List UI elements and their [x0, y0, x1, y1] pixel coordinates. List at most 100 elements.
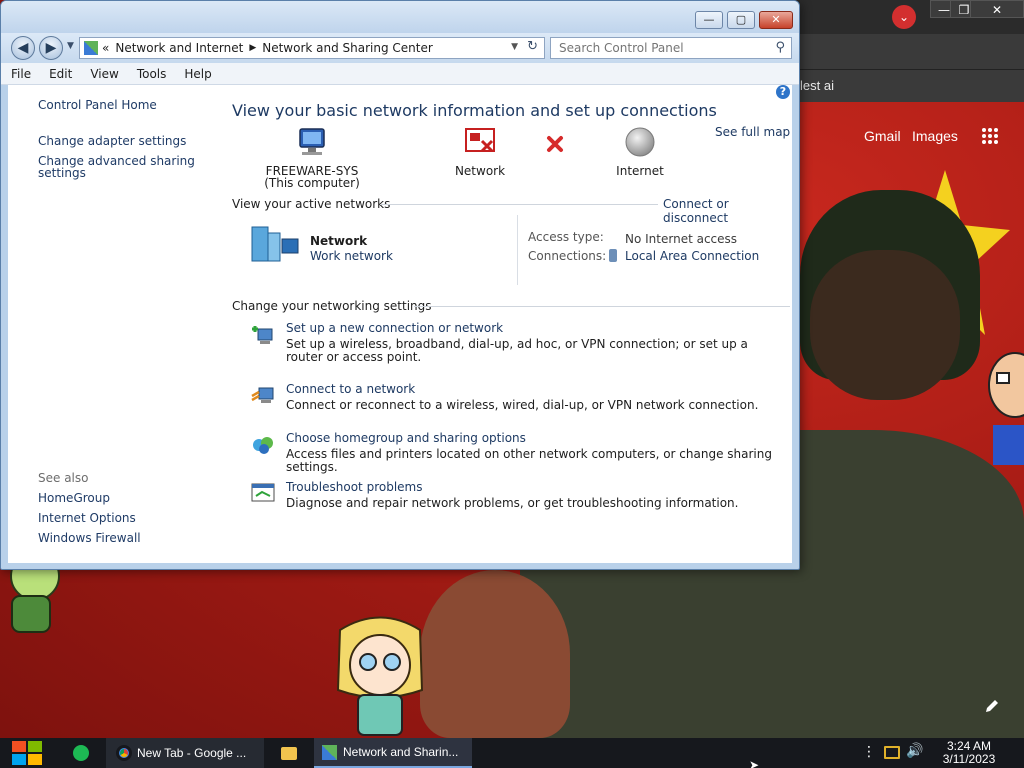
globe-icon — [625, 127, 655, 157]
work-network-icon — [251, 226, 299, 262]
see-full-map-link[interactable]: See full map — [715, 125, 790, 139]
content-pane: Control Panel Home Change adapter settin… — [8, 85, 792, 563]
network-tray-icon[interactable] — [884, 746, 900, 759]
task-title[interactable]: Set up a new connection or network — [286, 321, 503, 335]
gmail-link[interactable]: Gmail — [864, 128, 901, 144]
breadcrumb-separator-icon: ▶ — [249, 43, 257, 53]
settings-heading: Change your networking settings — [232, 299, 432, 313]
mouse-cursor-icon: ➤ — [749, 758, 760, 768]
nav-windows-firewall[interactable]: Windows Firewall — [38, 532, 141, 544]
windows-logo-icon — [12, 741, 42, 765]
nav-control-panel-home[interactable]: Control Panel Home — [38, 99, 157, 111]
active-network-separator — [517, 215, 518, 285]
task-description: Set up a wireless, broadband, dial-up, a… — [286, 337, 748, 364]
taskbar-network-label: Network and Sharin... — [343, 745, 459, 759]
homegroup-icon — [253, 437, 273, 454]
breadcrumb-overflow-icon[interactable]: « — [102, 41, 109, 55]
search-input[interactable] — [551, 38, 763, 58]
task-troubleshoot[interactable]: Troubleshoot problems Diagnose and repai… — [250, 480, 790, 510]
task-description: Connect or reconnect to a wireless, wire… — [286, 398, 759, 412]
clock[interactable]: 3:24 AM 3/11/2023 — [936, 740, 1002, 766]
task-title[interactable]: Troubleshoot problems — [286, 480, 422, 494]
maximize-button[interactable]: ▢ — [727, 11, 755, 29]
pencil-icon[interactable] — [984, 698, 1000, 714]
address-toolbar: ◀ ▶ ▼ « Network and Internet ▶ Network a… — [1, 33, 799, 63]
tray-overflow-icon[interactable]: ⋮ — [862, 744, 876, 760]
minimize-button[interactable]: — — [695, 11, 723, 29]
network-center-icon — [322, 744, 337, 760]
map-network[interactable]: Network — [440, 127, 520, 177]
volume-tray-icon[interactable]: 🔊 — [906, 743, 923, 759]
access-type-label: Access type: — [528, 230, 604, 244]
map-computer[interactable]: FREEWARE-SYS (This computer) — [262, 127, 362, 189]
connections-label: Connections: — [528, 249, 607, 263]
task-title[interactable]: Choose homegroup and sharing options — [286, 431, 526, 445]
access-type-value: No Internet access — [625, 232, 738, 246]
settings-divider — [414, 306, 790, 307]
main-area: ? View your basic network information an… — [232, 85, 792, 563]
search-icon[interactable]: ⚲ — [775, 40, 785, 55]
task-homegroup[interactable]: Choose homegroup and sharing options Acc… — [250, 431, 790, 474]
taskbar-file-explorer[interactable] — [274, 738, 304, 768]
nav-change-advanced-sharing[interactable]: Change advanced sharing settings — [38, 155, 198, 179]
apps-grid-icon[interactable] — [982, 128, 998, 144]
history-dropdown-icon[interactable]: ▼ — [67, 41, 74, 51]
task-new-connection[interactable]: Set up a new connection or network Set u… — [250, 321, 790, 364]
nav-change-adapter-settings[interactable]: Change adapter settings — [38, 135, 186, 147]
chrome-profile-icon[interactable]: ⌄ — [892, 5, 916, 29]
ethernet-plug-icon — [609, 249, 617, 262]
computer-icon — [299, 128, 325, 155]
breadcrumb-network-internet[interactable]: Network and Internet — [115, 41, 243, 55]
taskbar-chrome-label: New Tab - Google ... — [137, 746, 247, 760]
see-also-heading: See also — [38, 471, 89, 485]
computer-subtitle: (This computer) — [264, 176, 360, 190]
new-connection-icon — [252, 326, 273, 344]
nav-internet-options[interactable]: Internet Options — [38, 512, 136, 524]
menu-file[interactable]: File — [1, 67, 39, 81]
taskbar-network-center[interactable]: Network and Sharin... — [314, 738, 472, 768]
window-titlebar[interactable]: — ▢ ✕ — [1, 1, 799, 33]
chrome-close-button[interactable]: ✕ — [970, 0, 1024, 18]
refresh-icon[interactable]: ↻ — [527, 39, 538, 54]
back-button[interactable]: ◀ — [11, 36, 35, 60]
chrome-tabstrip: ⌄ — ❐ ✕ — [790, 0, 1024, 34]
bookmark-fragment[interactable]: lest ai — [800, 78, 834, 93]
connections-value-link[interactable]: Local Area Connection — [625, 249, 759, 263]
active-network-type[interactable]: Work network — [310, 249, 393, 263]
connect-disconnect-link[interactable]: Connect or disconnect — [663, 197, 792, 225]
taskbar-chrome[interactable]: New Tab - Google ... — [106, 738, 264, 768]
control-panel-icon — [84, 41, 98, 55]
active-networks-divider — [380, 204, 658, 205]
taskbar: New Tab - Google ... Network and Sharin.… — [0, 738, 1024, 768]
address-bar[interactable]: « Network and Internet ▶ Network and Sha… — [79, 37, 545, 59]
task-description: Diagnose and repair network problems, or… — [286, 496, 739, 510]
troubleshoot-icon — [251, 483, 275, 502]
map-internet[interactable]: Internet — [600, 127, 680, 177]
forward-button[interactable]: ▶ — [39, 36, 63, 60]
menu-bar: File Edit View Tools Help — [1, 63, 799, 85]
figure-hands — [420, 570, 570, 738]
taskbar-spotify[interactable] — [66, 738, 96, 768]
chrome-toolbar: ⋮ — [790, 34, 1024, 94]
search-box[interactable]: ⚲ — [550, 37, 792, 59]
menu-view[interactable]: View — [80, 67, 126, 81]
task-connect-network[interactable]: Connect to a network Connect or reconnec… — [250, 382, 790, 412]
figure-face — [810, 250, 960, 400]
help-icon[interactable]: ? — [776, 85, 790, 99]
disconnected-x-icon[interactable] — [546, 135, 564, 153]
chrome-icon — [116, 745, 132, 761]
nav-homegroup[interactable]: HomeGroup — [38, 492, 110, 504]
close-button[interactable]: ✕ — [759, 11, 793, 29]
clock-date: 3/11/2023 — [942, 752, 996, 766]
task-description: Access files and printers located on oth… — [286, 447, 772, 474]
left-navigation: Control Panel Home Change adapter settin… — [8, 85, 218, 563]
menu-tools[interactable]: Tools — [127, 67, 175, 81]
menu-edit[interactable]: Edit — [39, 67, 80, 81]
menu-help[interactable]: Help — [174, 67, 219, 81]
address-dropdown-icon[interactable]: ▼ — [511, 42, 518, 52]
task-title[interactable]: Connect to a network — [286, 382, 415, 396]
chrome-bookmarks-bar: lest ai — [790, 70, 1024, 102]
start-button[interactable] — [0, 738, 54, 768]
images-link[interactable]: Images — [912, 128, 958, 144]
breadcrumb-sharing-center[interactable]: Network and Sharing Center — [262, 41, 433, 55]
